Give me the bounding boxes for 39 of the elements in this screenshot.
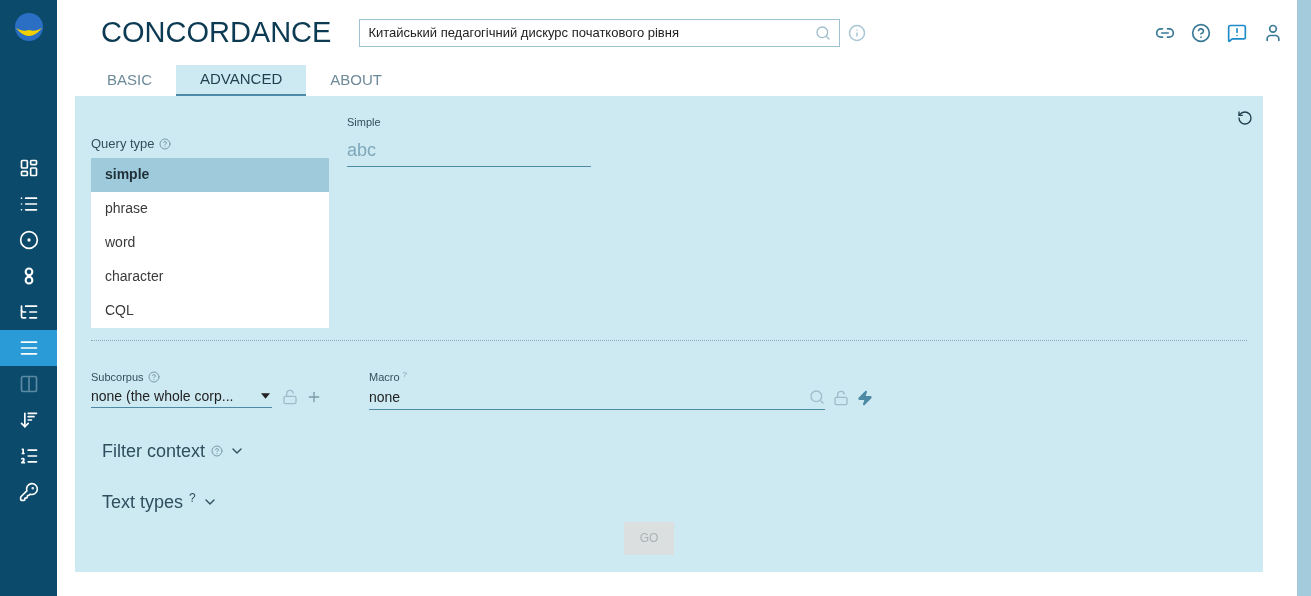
lines-icon <box>18 338 39 358</box>
help-mark[interactable]: ? <box>189 488 196 507</box>
tab[interactable]: BASIC <box>83 65 176 96</box>
reset-icon[interactable] <box>1237 110 1253 126</box>
macro-value: none <box>369 387 402 407</box>
scrollbar[interactable] <box>1297 0 1311 596</box>
feedback-icon[interactable] <box>1227 22 1247 43</box>
target-icon <box>18 230 39 250</box>
key-icon <box>18 482 39 502</box>
list-option[interactable]: simple <box>91 157 329 192</box>
lightning-icon[interactable] <box>857 389 873 406</box>
page-title: CONCORDANCE <box>101 14 332 50</box>
list-option[interactable]: word <box>91 225 329 260</box>
list-option[interactable]: character <box>91 259 329 294</box>
list-option[interactable]: CQL <box>91 293 329 328</box>
list-icon <box>18 194 39 214</box>
list-option[interactable]: phrase <box>91 191 329 226</box>
field-label: Macro <box>369 370 400 385</box>
list-icon <box>18 302 39 322</box>
tab[interactable]: ABOUT <box>306 65 406 96</box>
tab[interactable]: ADVANCED <box>176 65 307 96</box>
query-input[interactable]: abc <box>347 136 591 167</box>
field-label: Subcorpus <box>91 370 144 385</box>
help-icon[interactable] <box>1191 22 1211 43</box>
logo-icon <box>13 12 44 42</box>
columns-icon <box>18 374 39 394</box>
macro-field[interactable]: none <box>369 385 825 410</box>
section-title[interactable]: Text types <box>102 488 184 516</box>
corpus-field[interactable]: Китайський педагогічний дискурс початкового рівня <box>359 18 841 47</box>
dropdown-icon <box>261 393 270 399</box>
numbered-list-icon <box>18 446 39 466</box>
field-label: Simple <box>347 115 382 130</box>
corpus-name: Китайський педагогічний дискурс початкового рівня <box>368 23 680 42</box>
field-label: Query type <box>91 135 155 153</box>
sort-icon <box>18 410 39 430</box>
dashboard-icon <box>18 158 39 178</box>
user-icon[interactable] <box>1263 22 1283 43</box>
subcorpus-select[interactable]: none (the whole corp... <box>91 385 272 408</box>
section-title[interactable]: Filter context <box>102 437 206 465</box>
